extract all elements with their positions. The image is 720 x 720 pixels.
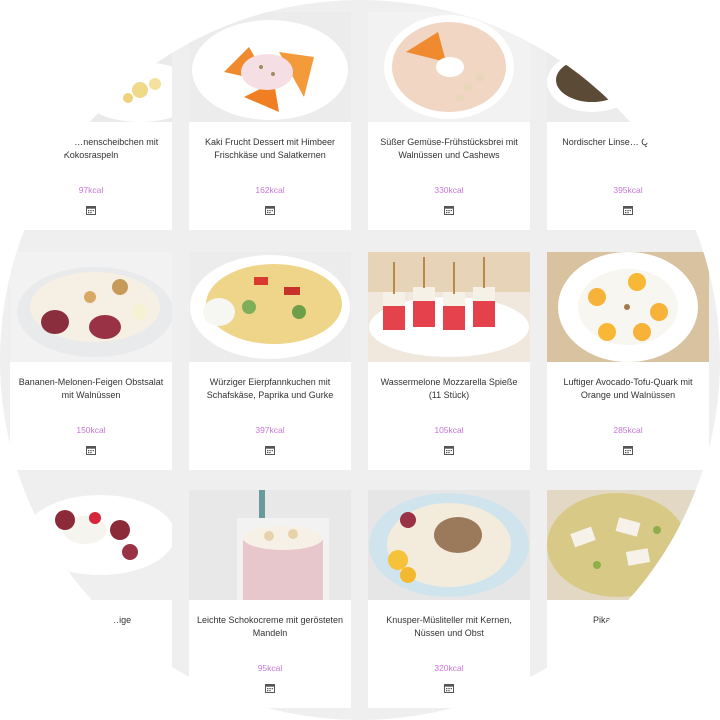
recipe-title[interactable]: Pikante… Ome… [553, 614, 703, 627]
calendar-icon[interactable] [86, 445, 96, 455]
recipe-title[interactable]: …Obst-Traum …ige [16, 614, 166, 627]
recipe-image[interactable] [189, 490, 351, 600]
recipe-kcal: 330kcal [434, 185, 464, 195]
recipe-title[interactable]: …ebackene …nenscheibchen mit Kokosraspel… [16, 136, 166, 162]
recipe-kcal: 97kcal [78, 185, 104, 195]
recipe-card[interactable]: Luftiger Avocado-Tofu-Quark mit Orange u… [547, 252, 709, 470]
recipe-image[interactable] [10, 12, 172, 122]
recipe-title[interactable]: Kaki Frucht Dessert mit Himbeer Frischkä… [195, 136, 345, 162]
recipe-image[interactable] [368, 12, 530, 122]
recipe-card[interactable]: Süßer Gemüse-Frühstücksbrei mit Walnüsse… [368, 12, 530, 230]
recipe-title[interactable]: Leichte Schokocreme mit gerösteten Mande… [195, 614, 345, 640]
recipe-kcal: 105kcal [434, 425, 464, 435]
recipe-title[interactable]: Süßer Gemüse-Frühstücksbrei mit Walnüsse… [374, 136, 524, 162]
recipe-card[interactable]: …Obst-Traum …ige [10, 490, 172, 708]
calendar-icon[interactable] [623, 205, 633, 215]
recipe-title[interactable]: Luftiger Avocado-Tofu-Quark mit Orange u… [553, 376, 703, 402]
recipe-card[interactable]: Nordischer Linse… Quinoa-Salat 395kcal [547, 12, 709, 230]
recipe-card[interactable]: Knusper-Müsliteller mit Kernen, Nüssen u… [368, 490, 530, 708]
calendar-icon[interactable] [86, 205, 96, 215]
recipe-kcal: 395kcal [613, 185, 643, 195]
recipe-kcal: 150kcal [76, 425, 106, 435]
recipe-title[interactable]: Würziger Eierpfannkuchen mit Schafskäse,… [195, 376, 345, 402]
recipe-title[interactable]: Wassermelone Mozzarella Spieße (11 Stück… [374, 376, 524, 402]
recipe-image[interactable] [10, 252, 172, 362]
recipe-kcal: 95kcal [257, 663, 283, 673]
recipe-kcal: 285kcal [613, 425, 643, 435]
recipe-card[interactable]: Kaki Frucht Dessert mit Himbeer Frischkä… [189, 12, 351, 230]
calendar-icon[interactable] [623, 445, 633, 455]
calendar-icon[interactable] [265, 205, 275, 215]
recipe-card[interactable]: Leichte Schokocreme mit gerösteten Mande… [189, 490, 351, 708]
calendar-icon[interactable] [265, 445, 275, 455]
recipe-card[interactable]: Würziger Eierpfannkuchen mit Schafskäse,… [189, 252, 351, 470]
calendar-icon[interactable] [265, 683, 275, 693]
recipe-title[interactable]: Knusper-Müsliteller mit Kernen, Nüssen u… [374, 614, 524, 640]
recipe-image[interactable] [368, 252, 530, 362]
calendar-icon[interactable] [444, 205, 454, 215]
recipe-image[interactable] [10, 490, 172, 600]
recipe-title[interactable]: Nordischer Linse… Quinoa-Salat [553, 136, 703, 149]
calendar-icon[interactable] [444, 445, 454, 455]
recipe-kcal: 320kcal [434, 663, 464, 673]
recipe-card[interactable]: Pikante… Ome… [547, 490, 709, 708]
recipe-image[interactable] [189, 12, 351, 122]
recipe-image[interactable] [547, 490, 709, 600]
recipe-card[interactable]: Wassermelone Mozzarella Spieße (11 Stück… [368, 252, 530, 470]
recipe-kcal: 162kcal [255, 185, 285, 195]
recipe-title[interactable]: Bananen-Melonen-Feigen Obstsalat mit Wal… [16, 376, 166, 402]
recipe-image[interactable] [368, 490, 530, 600]
recipe-image[interactable] [547, 252, 709, 362]
recipe-card[interactable]: …ebackene …nenscheibchen mit Kokosraspel… [10, 12, 172, 230]
recipe-grid: …ebackene …nenscheibchen mit Kokosraspel… [0, 0, 720, 720]
recipe-image[interactable] [189, 252, 351, 362]
recipe-card[interactable]: Bananen-Melonen-Feigen Obstsalat mit Wal… [10, 252, 172, 470]
recipe-image[interactable] [547, 12, 709, 122]
recipe-kcal: 397kcal [255, 425, 285, 435]
calendar-icon[interactable] [444, 683, 454, 693]
